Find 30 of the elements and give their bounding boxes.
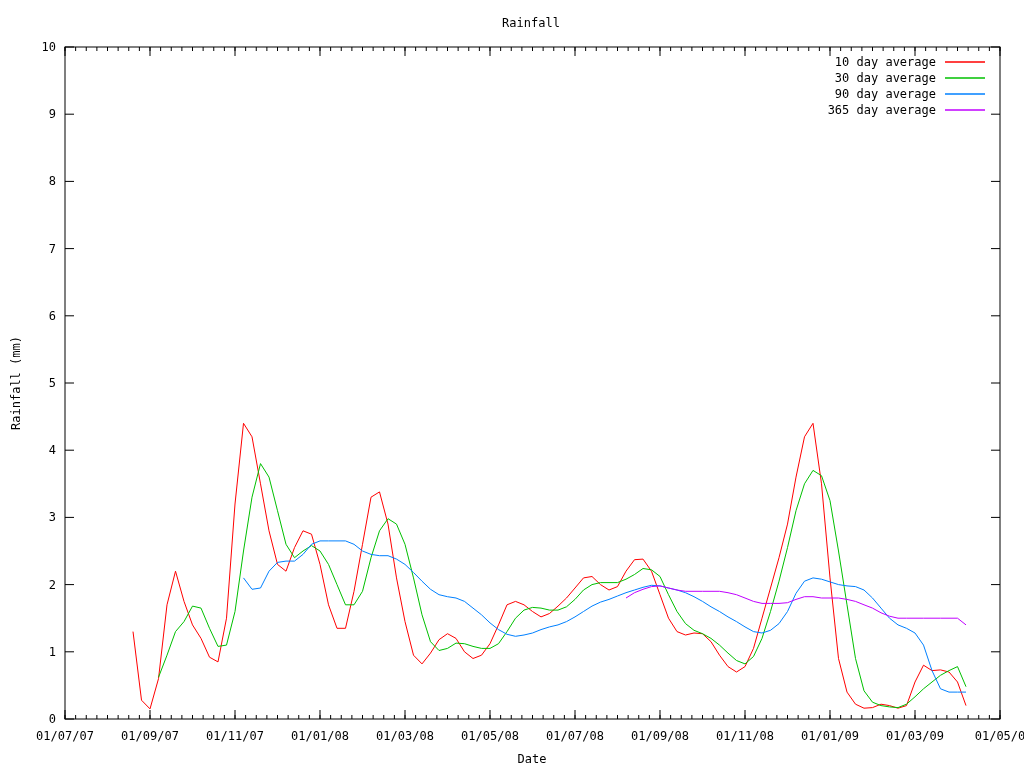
y-tick-label: 7	[48, 241, 56, 256]
y-tick-label: 4	[48, 443, 56, 458]
y-tick-label: 5	[48, 376, 56, 390]
x-axis-label: Date	[517, 752, 547, 766]
y-tick-label: 0	[48, 712, 56, 726]
legend-label: 365 day average	[827, 103, 936, 117]
x-tick-label: 01/07/07	[36, 729, 94, 743]
legend-label: 10 day average	[834, 55, 936, 69]
y-tick-label: 1	[48, 644, 56, 659]
x-tick-label: 01/05/0	[974, 729, 1024, 743]
y-tick-label: 10	[41, 40, 56, 54]
y-axis-label: Rainfall (mm)	[9, 336, 23, 430]
x-tick-label: 01/09/08	[631, 729, 689, 743]
x-tick-label: 01/07/08	[546, 729, 604, 743]
x-tick-label: 01/01/08	[291, 729, 349, 743]
x-tick-label: 01/03/09	[886, 729, 944, 743]
y-tick-label: 9	[48, 107, 56, 122]
y-tick-label: 3	[48, 510, 56, 525]
x-tick-label: 01/09/07	[121, 729, 179, 743]
x-tick-label: 01/05/08	[461, 729, 519, 743]
legend-label: 90 day average	[834, 87, 936, 101]
x-tick-label: 01/11/08	[716, 729, 774, 743]
chart-title: Rainfall	[502, 16, 560, 30]
x-tick-label: 01/03/08	[376, 729, 434, 743]
x-tick-label: 01/01/09	[801, 729, 859, 743]
y-tick-label: 2	[48, 577, 56, 592]
x-tick-label: 01/11/07	[206, 729, 264, 743]
y-tick-label: 6	[48, 308, 56, 323]
y-tick-label: 8	[48, 174, 56, 189]
legend-label: 30 day average	[834, 71, 936, 85]
